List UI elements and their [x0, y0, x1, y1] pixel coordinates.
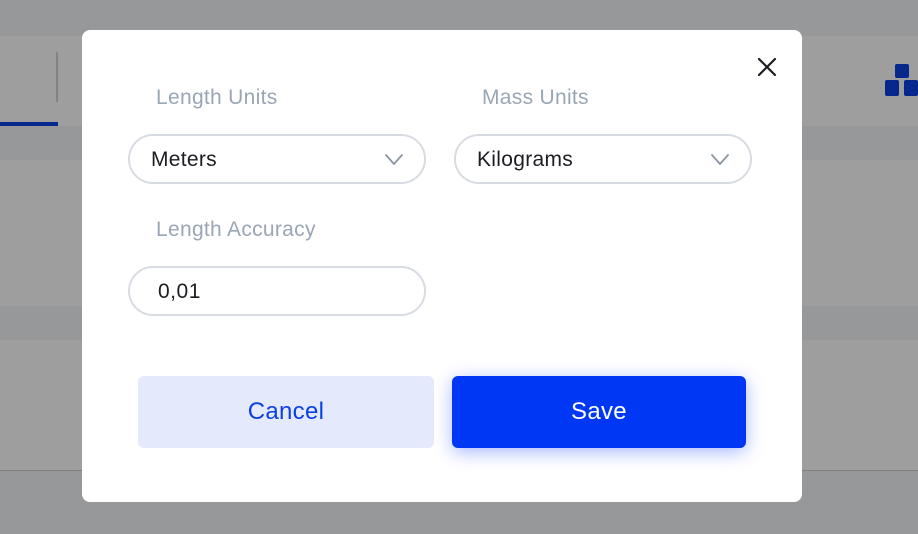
close-icon[interactable]	[754, 54, 780, 80]
length-units-select[interactable]: Meters	[128, 134, 426, 184]
cancel-button[interactable]: Cancel	[138, 376, 434, 448]
mass-units-select[interactable]: Kilograms	[454, 134, 752, 184]
chevron-down-icon	[711, 154, 729, 165]
mass-units-value: Kilograms	[477, 148, 574, 171]
length-accuracy-label: Length Accuracy	[156, 218, 316, 241]
length-accuracy-input[interactable]	[158, 279, 398, 305]
length-units-value: Meters	[151, 148, 217, 171]
length-units-label: Length Units	[156, 86, 278, 109]
units-settings-dialog: Length Units Meters Mass Units Kilograms…	[82, 30, 802, 502]
length-accuracy-field[interactable]	[128, 266, 426, 316]
save-button[interactable]: Save	[452, 376, 746, 448]
mass-units-label: Mass Units	[482, 86, 589, 109]
chevron-down-icon	[385, 154, 403, 165]
